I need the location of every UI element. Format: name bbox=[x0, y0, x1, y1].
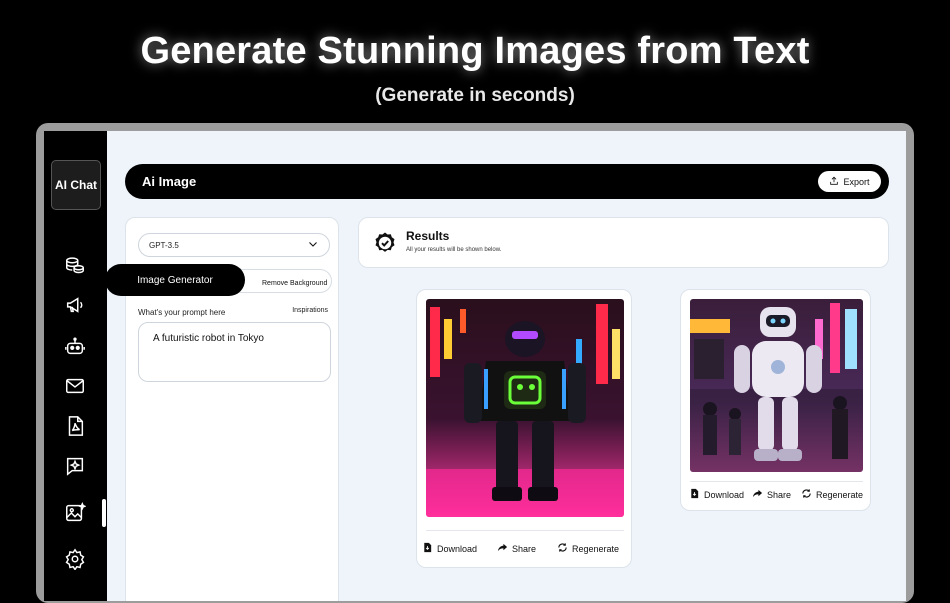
page-title: Ai Image bbox=[142, 174, 197, 189]
tab-image-generator[interactable]: Image Generator bbox=[105, 264, 245, 296]
regenerate-label: Regenerate bbox=[816, 489, 864, 500]
export-button[interactable]: Export bbox=[818, 171, 881, 192]
export-label: Export bbox=[843, 176, 870, 187]
refresh-icon bbox=[801, 488, 812, 501]
results-header-card: Results All your results will be shown b… bbox=[358, 217, 889, 268]
settings-icon[interactable] bbox=[64, 548, 86, 570]
megaphone-icon[interactable] bbox=[64, 294, 86, 316]
share-arrow-icon bbox=[752, 488, 763, 501]
share-button[interactable]: Share bbox=[752, 488, 791, 501]
mail-icon[interactable] bbox=[64, 375, 86, 397]
regenerate-button[interactable]: Regenerate bbox=[801, 488, 863, 501]
coins-icon[interactable] bbox=[64, 254, 86, 276]
image-ai-icon[interactable] bbox=[64, 502, 86, 524]
result-card: Download Share Regenerate bbox=[416, 289, 632, 568]
top-bar: Ai Image Export bbox=[125, 164, 889, 199]
refresh-icon bbox=[557, 542, 568, 555]
inspirations-link[interactable]: Inspirations bbox=[292, 307, 328, 314]
results-title: Results bbox=[406, 229, 450, 243]
file-download-icon bbox=[422, 542, 433, 555]
results-subtitle: All your results will be shown below. bbox=[406, 247, 502, 253]
share-button[interactable]: Share bbox=[497, 542, 536, 555]
robot-icon[interactable] bbox=[64, 336, 86, 358]
generated-image-white-robot[interactable] bbox=[690, 299, 863, 472]
prompt-input[interactable]: A futuristic robot in Tokyo bbox=[138, 322, 331, 382]
sidebar: AI Chat bbox=[44, 131, 107, 601]
tab-remove-background[interactable]: Remove Background bbox=[262, 280, 327, 287]
share-arrow-icon bbox=[497, 542, 508, 555]
upload-icon bbox=[829, 176, 839, 188]
active-indicator bbox=[102, 499, 106, 527]
download-button[interactable]: Download bbox=[689, 488, 744, 501]
result-card: Download Share Regenerate bbox=[680, 289, 871, 511]
download-label: Download bbox=[704, 489, 745, 500]
regenerate-label: Regenerate bbox=[572, 543, 620, 554]
share-label: Share bbox=[512, 543, 537, 554]
prompt-label: What's your prompt here bbox=[138, 308, 226, 317]
sparkle-chat-icon[interactable] bbox=[64, 455, 86, 477]
app-screen: AI Chat Ai Image Export GPT-3.5 Remove B… bbox=[44, 131, 906, 601]
download-button[interactable]: Download bbox=[422, 542, 477, 555]
pdf-file-icon[interactable] bbox=[64, 415, 86, 437]
ai-chat-logo-button[interactable]: AI Chat bbox=[51, 160, 101, 210]
chevron-down-icon bbox=[307, 238, 319, 252]
hero-subtitle: (Generate in seconds) bbox=[375, 85, 575, 106]
regenerate-button[interactable]: Regenerate bbox=[557, 542, 619, 555]
verified-check-icon bbox=[373, 231, 397, 255]
model-select-value: GPT-3.5 bbox=[149, 240, 179, 250]
download-label: Download bbox=[437, 543, 478, 554]
share-label: Share bbox=[767, 489, 792, 500]
card-divider bbox=[690, 481, 863, 482]
card-divider bbox=[426, 530, 624, 531]
file-download-icon bbox=[689, 488, 700, 501]
model-select[interactable]: GPT-3.5 bbox=[138, 233, 330, 257]
hero-title: Generate Stunning Images from Text bbox=[140, 30, 810, 72]
generated-image-neon-robot[interactable] bbox=[426, 299, 624, 517]
